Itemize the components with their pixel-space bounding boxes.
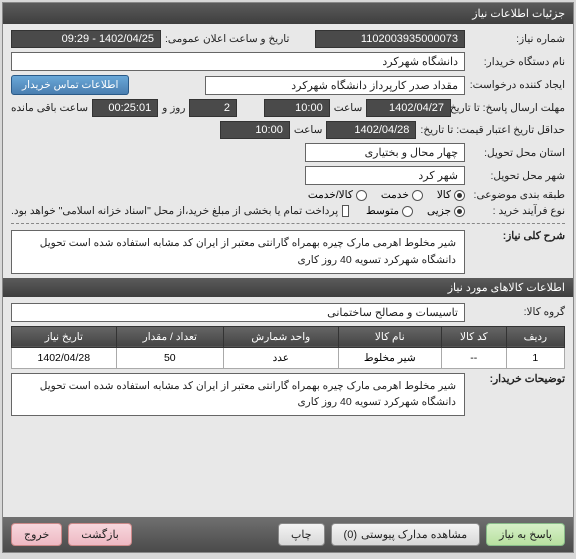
col-header: تعداد / مقدار (116, 326, 223, 347)
buyer-label: نام دستگاه خریدار: (469, 56, 565, 68)
cell-idx: 1 (506, 347, 564, 368)
need-no-label: شماره نیاز: (469, 33, 565, 45)
back-button[interactable]: بازگشت (68, 523, 132, 546)
content-area: شماره نیاز: 1102003935000073 تاریخ و ساع… (3, 24, 573, 517)
deadline-date: 1402/04/27 (366, 99, 451, 117)
buyer-note: شیر مخلوط اهرمی مارک چیره بهمراه گارانتی… (11, 373, 465, 417)
attachments-count: (0) (344, 529, 357, 541)
class-radio-group: کالا خدمت کالا/خدمت (308, 189, 465, 201)
items-section-title: اطلاعات کالاهای مورد نیاز (3, 278, 573, 297)
requester-value: مقداد صدر کارپرداز دانشگاه شهرکرد (205, 76, 465, 95)
requester-label: ایجاد کننده درخواست: (469, 79, 565, 91)
group-label: گروه کالا: (469, 306, 565, 318)
validity-label: حداقل تاریخ اعتبار قیمت: تا تاریخ: (420, 124, 565, 136)
remain-label: ساعت باقی مانده (11, 102, 88, 114)
attachments-label: مشاهده مدارک پیوستی (361, 528, 467, 541)
cell-name: شیر مخلوط (338, 347, 441, 368)
col-header: تاریخ نیاز (12, 326, 117, 347)
pub-datetime-value: 1402/04/25 - 09:29 (11, 30, 161, 48)
reply-button[interactable]: پاسخ به نیاز (486, 523, 565, 546)
radio-dot (402, 206, 413, 217)
proc-radio-0[interactable]: جزیی (427, 205, 465, 217)
cell-unit: عدد (223, 347, 338, 368)
class-radio-0[interactable]: کالا (437, 189, 465, 201)
col-header: کد کالا (441, 326, 506, 347)
radio-label: جزیی (427, 205, 451, 217)
class-radio-2[interactable]: کالا/خدمت (308, 189, 367, 201)
deliver-prov-value: چهار محال و بختیاری (305, 143, 465, 162)
contact-info-button[interactable]: اطلاعات تماس خریدار (11, 75, 129, 95)
cell-qty: 50 (116, 347, 223, 368)
table-row[interactable]: 1--شیر مخلوطعدد501402/04/28 (12, 347, 565, 368)
process-label: نوع فرآیند خرید : (469, 205, 565, 217)
deliver-city-value: شهر کرد (305, 166, 465, 185)
radio-dot (454, 206, 465, 217)
buyer-note-label: توضیحات خریدار: (469, 373, 565, 385)
radio-label: کالا (437, 189, 451, 201)
class-radio-1[interactable]: خدمت (381, 189, 423, 201)
deadline-time: 10:00 (264, 99, 330, 117)
separator (11, 223, 565, 224)
col-header: واحد شمارش (223, 326, 338, 347)
buyer-value: دانشگاه شهرکرد (11, 52, 465, 71)
radio-label: خدمت (381, 189, 409, 201)
group-value: تاسیسات و مصالح ساختمانی (11, 303, 465, 322)
treasury-checkbox[interactable] (342, 205, 349, 217)
desc-title-label: شرح کلی نیاز: (469, 230, 565, 242)
col-header: ردیف (506, 326, 564, 347)
print-button[interactable]: چاپ (278, 523, 325, 546)
radio-dot (412, 190, 423, 201)
validity-date: 1402/04/28 (326, 121, 416, 139)
radio-dot (356, 190, 367, 201)
days-remaining: 2 (189, 99, 237, 117)
col-header: نام کالا (338, 326, 441, 347)
countdown-timer: 00:25:01 (92, 99, 158, 117)
payment-note: پرداخت تمام یا بخشی از مبلغ خرید،از محل … (11, 205, 338, 217)
attachments-button[interactable]: مشاهده مدارک پیوستی (0) (331, 523, 481, 546)
details-window: جزئیات اطلاعات نیاز شماره نیاز: 11020039… (2, 2, 574, 553)
validity-time: 10:00 (220, 121, 290, 139)
time-label-2: ساعت (294, 124, 323, 136)
proc-radio-1[interactable]: متوسط (366, 205, 413, 217)
cell-code: -- (441, 347, 506, 368)
cell-date: 1402/04/28 (12, 347, 117, 368)
deliver-city-label: شهر محل تحویل: (469, 170, 565, 182)
days-label: روز و (162, 102, 185, 114)
need-description: شیر مخلوط اهرمی مارک چیره بهمراه گارانتی… (11, 230, 465, 274)
pub-datetime-label: تاریخ و ساعت اعلان عمومی: (165, 33, 311, 45)
radio-label: کالا/خدمت (308, 189, 353, 201)
footer-bar: پاسخ به نیاز مشاهده مدارک پیوستی (0) چاپ… (3, 517, 573, 552)
items-table: ردیفکد کالانام کالاواحد شمارشتعداد / مقد… (11, 326, 565, 369)
deliver-prov-label: استان محل تحویل: (469, 147, 565, 159)
exit-button[interactable]: خروج (11, 523, 62, 546)
radio-label: متوسط (366, 205, 399, 217)
window-title: جزئیات اطلاعات نیاز (3, 3, 573, 24)
class-label: طبقه بندی موضوعی: (469, 189, 565, 201)
time-label-1: ساعت (334, 102, 363, 114)
radio-dot (454, 190, 465, 201)
process-radio-group: جزیی متوسط (366, 205, 465, 217)
deadline-label: مهلت ارسال پاسخ: تا تاریخ: (455, 102, 565, 114)
need-no-value: 1102003935000073 (315, 30, 465, 48)
